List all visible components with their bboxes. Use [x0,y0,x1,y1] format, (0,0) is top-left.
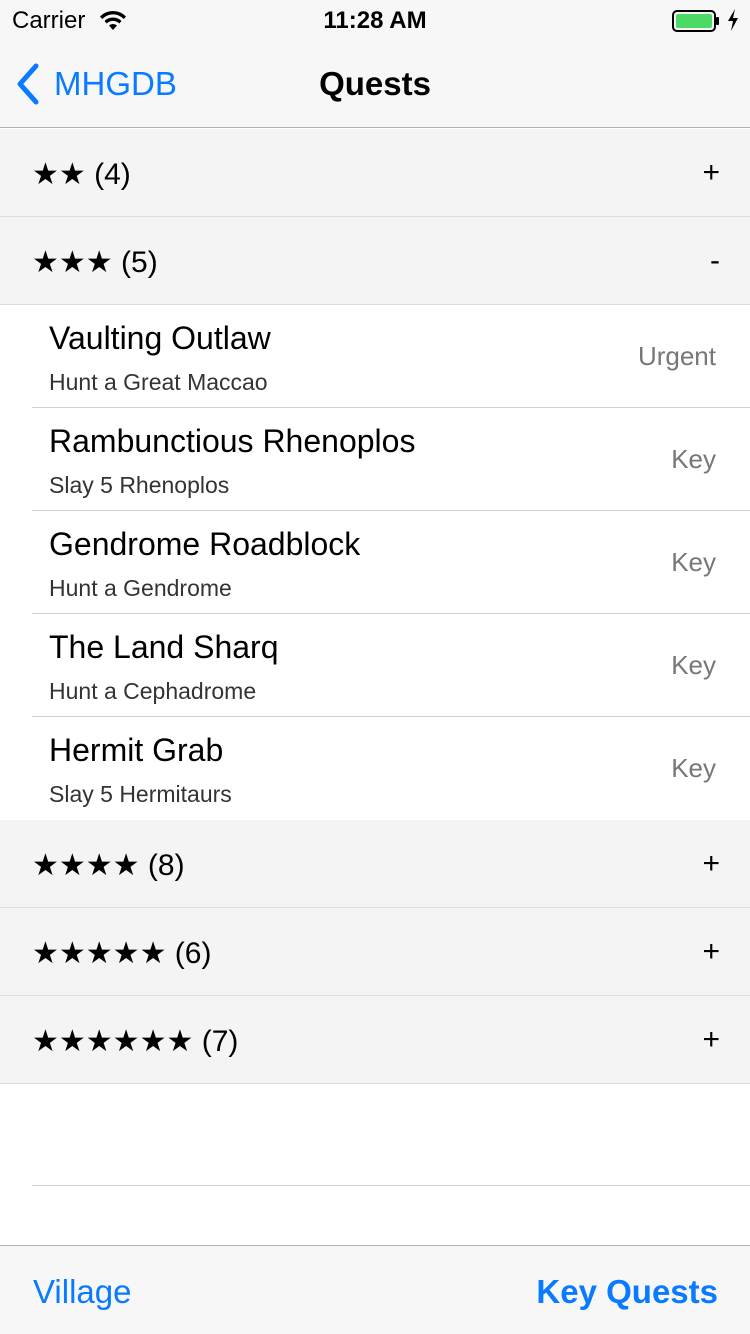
quest-goal: Slay 5 Rhenoplos [49,472,230,498]
navigation-bar: MHGDB Quests [0,40,750,128]
section-label: ★★★★★★ (7) [32,1025,239,1058]
quest-type: Key [671,753,716,783]
quest-type: Key [671,547,716,577]
quest-title: Rambunctious Rhenoplos [49,423,416,459]
status-time: 11:28 AM [323,7,427,34]
section-label: ★★★★ (8) [32,849,185,882]
quest-goal: Hunt a Gendrome [49,575,232,601]
quest-title: Hermit Grab [49,732,224,768]
page-title: Quests [319,65,431,102]
collapse-toggle[interactable]: - [710,244,720,278]
village-button[interactable]: Village [33,1273,131,1311]
quest-title: The Land Sharq [49,629,279,665]
divider [32,1185,750,1186]
quest-title: Vaulting Outlaw [49,320,271,356]
quest-goal: Hunt a Cephadrome [49,678,257,704]
expand-toggle[interactable]: + [702,935,720,969]
battery-icon [672,10,719,32]
section-header-5-star[interactable]: ★★★★★ (6) + [0,908,750,996]
section-header-6-star[interactable]: ★★★★★★ (7) + [0,996,750,1084]
bolt-icon [728,9,738,31]
quest-row[interactable]: Vaulting Outlaw Hunt a Great Maccao Urge… [0,305,750,408]
quest-type: Key [671,650,716,680]
quest-list: ★★ (4) + ★★★ (5) - Vaulting Outlaw Hunt … [0,129,750,1084]
quest-row[interactable]: The Land Sharq Hunt a Cephadrome Key [0,614,750,717]
expand-toggle[interactable]: + [702,1023,720,1057]
expand-toggle[interactable]: + [702,847,720,881]
quest-type: Key [671,444,716,474]
quest-goal: Hunt a Great Maccao [49,369,268,395]
section-header-2-star[interactable]: ★★ (4) + [0,129,750,217]
section-label: ★★★ (5) [32,246,158,279]
quest-row[interactable]: Hermit Grab Slay 5 Hermitaurs Key [0,717,750,820]
section-label: ★★ (4) [32,158,131,191]
status-bar: Carrier 11:28 AM [0,0,750,40]
key-quests-button[interactable]: Key Quests [536,1273,718,1311]
section-header-3-star[interactable]: ★★★ (5) - [0,217,750,305]
quest-title: Gendrome Roadblock [49,526,361,562]
quest-row[interactable]: Gendrome Roadblock Hunt a Gendrome Key [0,511,750,614]
quest-row[interactable]: Rambunctious Rhenoplos Slay 5 Rhenoplos … [0,408,750,511]
quest-goal: Slay 5 Hermitaurs [49,781,232,807]
section-header-4-star[interactable]: ★★★★ (8) + [0,820,750,908]
expand-toggle[interactable]: + [702,156,720,190]
quest-type: Urgent [637,341,716,371]
bottom-toolbar: Village Key Quests [0,1245,750,1334]
section-label: ★★★★★ (6) [32,937,212,970]
